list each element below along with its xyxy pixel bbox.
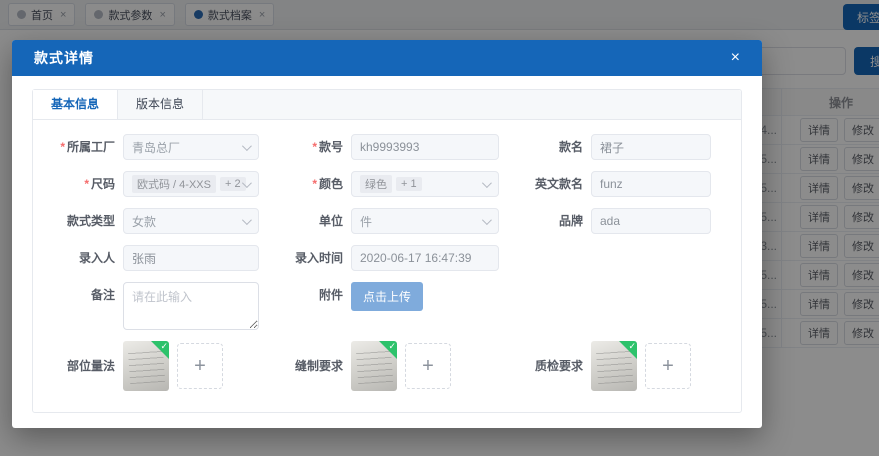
- tab-version-info[interactable]: 版本信息: [118, 90, 203, 119]
- style-name-label: 款名: [515, 134, 591, 160]
- close-icon[interactable]: ×: [731, 50, 740, 66]
- check-icon: ✓: [628, 341, 636, 352]
- color-select[interactable]: 绿色 + 1: [351, 171, 499, 197]
- size-more-tag: + 2: [220, 177, 246, 191]
- qc-require-label: 质检要求: [515, 353, 591, 379]
- sewing-require-photo[interactable]: ✓: [351, 341, 397, 391]
- info-card: 基本信息 版本信息 *所属工厂 青岛总厂 *款号 款名: [32, 89, 742, 413]
- check-icon: ✓: [388, 341, 396, 352]
- remark-label: 备注: [47, 282, 123, 308]
- entry-person-label: 录入人: [47, 245, 123, 271]
- factory-value: 青岛总厂: [132, 139, 180, 156]
- color-more-tag: + 1: [396, 177, 422, 191]
- upload-attachment-button[interactable]: 点击上传: [351, 282, 423, 311]
- required-marker: *: [84, 177, 89, 191]
- plus-icon: +: [662, 355, 674, 378]
- sewing-require-label: 缝制要求: [275, 353, 351, 379]
- required-marker: *: [60, 140, 65, 154]
- unit-value: 件: [360, 213, 372, 230]
- check-icon: ✓: [160, 341, 168, 352]
- modal-header: 款式详情 ×: [12, 40, 762, 76]
- size-select[interactable]: 欧式码 / 4-XXS + 2: [123, 171, 259, 197]
- english-name-field[interactable]: [591, 171, 711, 197]
- chevron-down-icon: [482, 178, 492, 188]
- entry-time-label: 录入时间: [275, 245, 351, 271]
- style-name-field[interactable]: [591, 134, 711, 160]
- remark-textarea[interactable]: [123, 282, 259, 330]
- style-type-value: 女款: [132, 213, 156, 230]
- basic-info-form: *所属工厂 青岛总厂 *款号 款名 *尺码 欧式码 / 4: [33, 120, 741, 391]
- factory-select[interactable]: 青岛总厂: [123, 134, 259, 160]
- style-type-select[interactable]: 女款: [123, 208, 259, 234]
- required-marker: *: [312, 140, 317, 154]
- color-tag: 绿色: [360, 175, 392, 193]
- measure-method-label: 部位量法: [47, 353, 123, 379]
- chevron-down-icon: [242, 215, 252, 225]
- brand-field[interactable]: [591, 208, 711, 234]
- english-name-label: 英文款名: [515, 171, 591, 197]
- size-label: *尺码: [47, 171, 123, 197]
- qc-require-photo[interactable]: ✓: [591, 341, 637, 391]
- measure-method-photo[interactable]: ✓: [123, 341, 169, 391]
- required-marker: *: [312, 177, 317, 191]
- style-detail-modal: 款式详情 × 基本信息 版本信息 *所属工厂 青岛总厂 *款号: [12, 40, 762, 428]
- attachment-label: 附件: [275, 282, 351, 308]
- factory-label: *所属工厂: [47, 134, 123, 160]
- style-no-field[interactable]: [351, 134, 499, 160]
- sewing-require-upload-box[interactable]: +: [405, 343, 451, 389]
- entry-person-field[interactable]: [123, 245, 259, 271]
- unit-label: 单位: [275, 208, 351, 234]
- entry-time-field[interactable]: [351, 245, 499, 271]
- tab-basic-info[interactable]: 基本信息: [33, 90, 118, 119]
- info-tabs: 基本信息 版本信息: [33, 90, 741, 120]
- brand-label: 品牌: [515, 208, 591, 234]
- color-label: *颜色: [275, 171, 351, 197]
- plus-icon: +: [194, 355, 206, 378]
- measure-method-upload-box[interactable]: +: [177, 343, 223, 389]
- qc-require-upload-box[interactable]: +: [645, 343, 691, 389]
- size-tag: 欧式码 / 4-XXS: [132, 175, 216, 193]
- plus-icon: +: [422, 355, 434, 378]
- style-type-label: 款式类型: [47, 208, 123, 234]
- chevron-down-icon: [242, 141, 252, 151]
- style-no-label: *款号: [275, 134, 351, 160]
- chevron-down-icon: [482, 215, 492, 225]
- modal-title: 款式详情: [34, 48, 94, 68]
- unit-select[interactable]: 件: [351, 208, 499, 234]
- modal-body: 基本信息 版本信息 *所属工厂 青岛总厂 *款号 款名: [12, 76, 762, 426]
